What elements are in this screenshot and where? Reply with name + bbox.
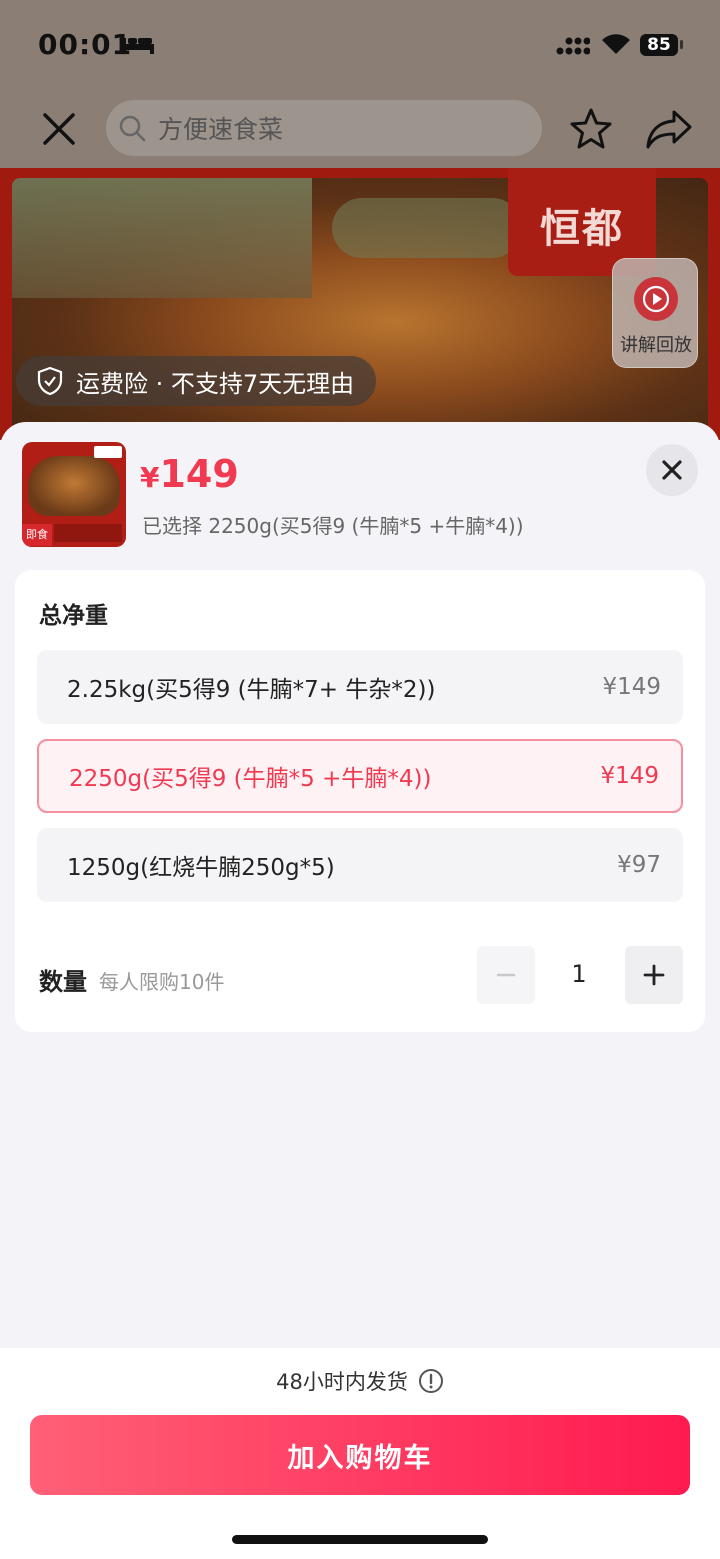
sheet-close-button[interactable] <box>646 444 698 496</box>
shield-check-icon <box>37 366 63 396</box>
quantity-label: 数量 <box>39 968 87 996</box>
shipping-text: 48小时内发货 <box>276 1370 408 1394</box>
selected-sku-text: 已选择 2250g(买5得9 (牛腩*5 +牛腩*4)) <box>142 514 524 538</box>
weight-group-title: 总净重 <box>39 603 108 629</box>
option-label: 2250g(买5得9 (牛腩*5 +牛腩*4)) <box>69 766 432 792</box>
quantity-limit: 每人限购10件 <box>99 970 225 994</box>
thumbnail-tag: 即食 <box>22 524 52 546</box>
option-price: ¥149 <box>602 674 661 700</box>
replay-icon <box>634 277 678 321</box>
quantity-decrease-button[interactable] <box>477 946 535 1004</box>
battery-indicator: 85 <box>640 34 678 56</box>
option-price: ¥97 <box>617 852 661 878</box>
replay-button[interactable]: 讲解回放 <box>612 258 698 368</box>
close-icon <box>662 460 682 480</box>
quantity-increase-button[interactable] <box>625 946 683 1004</box>
top-nav: 方便速食菜 <box>0 96 720 162</box>
option-label: 2.25kg(买5得9 (牛腩*7+ 牛杂*2)) <box>67 677 436 703</box>
add-to-cart-button[interactable]: 加入购物车 <box>30 1415 690 1495</box>
options-card: 总净重 2.25kg(买5得9 (牛腩*7+ 牛杂*2)) ¥149 2250g… <box>15 570 705 1032</box>
insurance-badge[interactable]: 运费险 · 不支持7天无理由 <box>16 356 377 406</box>
option-1250g[interactable]: 1250g(红烧牛腩250g*5) ¥97 <box>37 828 683 902</box>
home-indicator[interactable] <box>232 1535 488 1544</box>
close-icon[interactable] <box>36 106 82 152</box>
quantity-value[interactable]: 1 <box>551 960 607 988</box>
minus-icon <box>496 973 516 977</box>
option-2-25kg[interactable]: 2.25kg(买5得9 (牛腩*7+ 牛杂*2)) ¥149 <box>37 650 683 724</box>
plus-icon <box>643 964 665 986</box>
product-page-backdrop: 恒都 讲解回放 运费险 · 不支持7天无理由 00:01 85 方便速食菜 <box>0 0 720 440</box>
option-label: 1250g(红烧牛腩250g*5) <box>67 855 335 881</box>
cellular-signal-icon <box>556 37 590 55</box>
sleep-mode-icon <box>122 38 154 54</box>
sku-price: ¥149 <box>140 452 239 496</box>
status-bar: 00:01 85 <box>0 0 720 90</box>
footer-bar: 48小时内发货 加入购物车 <box>0 1348 720 1559</box>
search-icon <box>119 115 146 142</box>
wifi-icon <box>602 34 630 54</box>
insurance-text: 运费险 · 不支持7天无理由 <box>76 369 355 398</box>
status-time: 00:01 <box>38 28 133 61</box>
share-icon[interactable] <box>644 106 694 152</box>
search-bar[interactable]: 方便速食菜 <box>106 100 542 156</box>
search-placeholder: 方便速食菜 <box>158 115 284 144</box>
favorite-star-icon[interactable] <box>568 106 614 152</box>
shipping-info: 48小时内发货 <box>0 1366 720 1396</box>
info-icon[interactable] <box>418 1368 444 1394</box>
option-2250g-selected[interactable]: 2250g(买5得9 (牛腩*5 +牛腩*4)) ¥149 <box>37 739 683 813</box>
product-thumbnail: 即食 <box>22 442 126 547</box>
option-price: ¥149 <box>600 763 659 789</box>
